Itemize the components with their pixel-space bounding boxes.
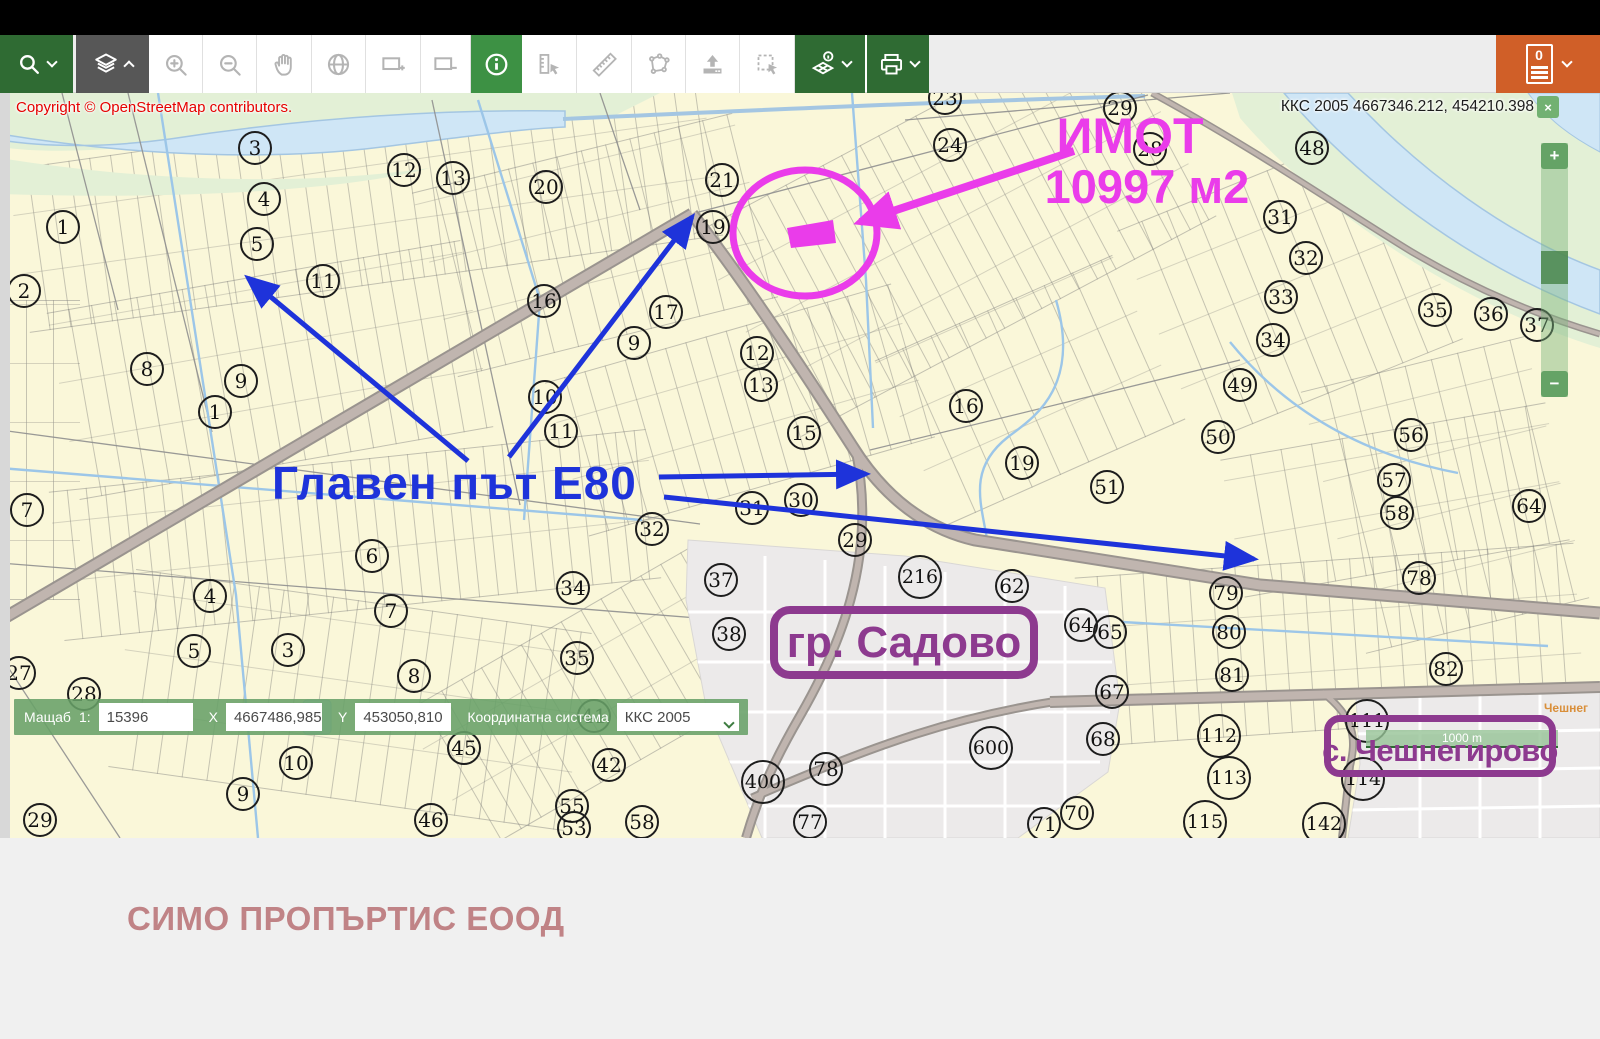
pan-button[interactable] — [257, 35, 312, 93]
identify-button[interactable] — [471, 35, 522, 93]
town-box-cheshnegirovo: с. Чешнегирово — [1324, 715, 1556, 777]
y-label: Y — [338, 709, 347, 725]
layers-button[interactable] — [76, 35, 149, 93]
zoom-in-button[interactable] — [149, 35, 203, 93]
print-button[interactable] — [867, 35, 929, 93]
chevron-up-icon — [123, 60, 134, 71]
select-features-button[interactable] — [740, 35, 795, 93]
cart-document-icon: 0 — [1526, 44, 1553, 84]
measure-select-button[interactable] — [522, 35, 577, 93]
town-sadovo-label: гр. Садово — [787, 618, 1022, 668]
ruler-icon — [591, 51, 618, 78]
measure-distance-button[interactable] — [577, 35, 632, 93]
chevron-down-icon — [841, 56, 852, 67]
zoom-out-icon — [216, 51, 243, 78]
company-name: СИМО ПРОПЪРТИС ЕООД — [127, 900, 565, 938]
highlighted-parcel — [787, 220, 836, 248]
cart-badge: 0 — [1535, 47, 1543, 63]
x-coordinate-input[interactable] — [226, 703, 322, 731]
page-footer: СИМО ПРОПЪРТИС ЕООД — [0, 838, 1600, 1039]
crs-select[interactable] — [617, 703, 739, 731]
scale-label: Мащаб — [24, 709, 71, 725]
chevron-down-icon — [909, 56, 920, 67]
coordinate-readout: ККС 2005 4667346.212, 454210.398 — [1281, 98, 1534, 116]
printer-icon — [878, 51, 905, 78]
property-label-line2: 10997 м2 — [1022, 159, 1272, 214]
layers-icon — [93, 51, 119, 77]
map-toolbar: 0 — [0, 35, 1600, 93]
scale-ratio-label: 1: — [79, 709, 91, 725]
ruler-cursor-icon — [536, 51, 563, 78]
top-black-bar — [0, 0, 1600, 35]
map-edge-strip — [0, 93, 10, 838]
hand-pan-icon — [271, 51, 298, 78]
chevron-down-icon — [1561, 56, 1572, 67]
scale-input[interactable] — [99, 703, 193, 731]
zoom-out-button[interactable] — [203, 35, 257, 93]
zoom-in-icon — [162, 51, 189, 78]
upload-icon — [699, 51, 726, 78]
close-icon[interactable]: × — [1537, 96, 1559, 118]
town-box-sadovo: гр. Садово — [770, 606, 1038, 679]
globe-icon — [325, 51, 352, 78]
status-bar: Мащаб 1: X Y Координатна система — [14, 699, 748, 735]
osm-town-label: Чешнег — [1544, 701, 1588, 715]
search-icon — [17, 52, 42, 77]
cart-button[interactable]: 0 — [1496, 35, 1600, 93]
zoom-out-map-button[interactable]: − — [1541, 371, 1568, 397]
x-label: X — [209, 709, 218, 725]
map-viewport[interactable]: 3121320211941521123292428483132333435363… — [0, 93, 1600, 838]
rectangle-plus-icon — [380, 51, 407, 78]
polygon-area-icon — [645, 51, 672, 78]
upload-button[interactable] — [686, 35, 740, 93]
zoom-slider-handle[interactable] — [1541, 251, 1568, 284]
town-cheshnegirovo-label: с. Чешнегирово — [1322, 733, 1558, 769]
y-coordinate-input[interactable] — [355, 703, 451, 731]
layer-info-button[interactable] — [795, 35, 865, 93]
zoom-box-out-button[interactable] — [421, 35, 471, 93]
chevron-down-icon — [46, 56, 57, 67]
property-label-line1: ИМОТ — [1040, 107, 1220, 165]
world-extent-button[interactable] — [312, 35, 366, 93]
rectangle-minus-icon — [432, 51, 459, 78]
zoom-box-in-button[interactable] — [366, 35, 421, 93]
crs-label: Координатна система — [467, 709, 608, 725]
select-rectangle-icon — [754, 51, 781, 78]
info-icon — [483, 51, 510, 78]
grid-info-icon — [809, 50, 837, 78]
osm-copyright: Copyright © OpenStreetMap contributors. — [16, 99, 292, 116]
road-e80-label: Главен път Е80 — [272, 456, 637, 510]
application-window: 0 — [0, 0, 1600, 1039]
crs-select-input[interactable] — [617, 703, 739, 731]
zoom-in-map-button[interactable]: + — [1541, 143, 1568, 169]
measure-area-button[interactable] — [632, 35, 686, 93]
search-button[interactable] — [0, 35, 73, 93]
